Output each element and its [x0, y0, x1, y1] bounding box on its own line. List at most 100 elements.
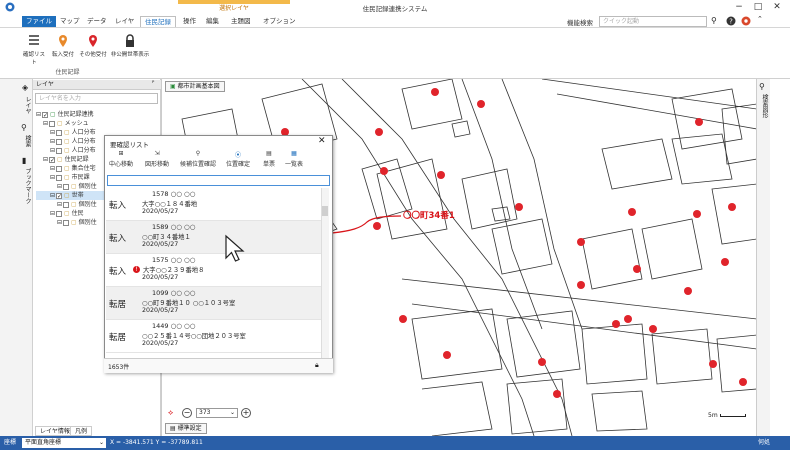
record-row[interactable]: 転居 1099 ○○ ○○ ○○町９番地１０ ○○１０３号室 2020/05/27 [106, 287, 321, 320]
pin-icon: ⦿ [234, 152, 241, 159]
other-reception-button[interactable]: その他受付 [78, 34, 108, 58]
expand-icon[interactable]: ⊟ [50, 165, 55, 172]
map-tab-label: 都市計画基本図 [177, 83, 220, 90]
folder-icon: ▢ [71, 183, 79, 190]
center-move-button[interactable]: ⊞ 中心移動 [107, 150, 135, 168]
layer-checkbox[interactable] [49, 156, 56, 163]
layers-icon[interactable]: ◈ [22, 83, 28, 92]
shape-move-button[interactable]: ⇲ 図形移動 [141, 150, 173, 168]
shape-move-label: 図形移動 [144, 161, 169, 168]
layer-tree-item[interactable]: ⊟ ▢ メッシュ [36, 119, 160, 128]
layer-checkbox[interactable] [56, 165, 63, 172]
help-icon[interactable]: ? [726, 16, 736, 26]
expand-icon[interactable]: ⊟ [36, 111, 41, 118]
expand-icon[interactable]: ⊟ [57, 201, 62, 208]
list-table-button[interactable]: ▦ 一覧表 [282, 150, 306, 168]
layer-checkbox[interactable] [56, 129, 63, 136]
quick-launch-input[interactable]: クイック起動 [599, 16, 707, 27]
minimize-button[interactable]: − [732, 2, 746, 12]
record-row[interactable]: 転居 1449 ○○ ○○ ○○２５番１４号○○団地２０３号室 2020/05/27 [106, 320, 321, 353]
record-type: 転居 [109, 333, 127, 343]
expand-icon[interactable]: ⊟ [50, 192, 55, 199]
binoculars-icon[interactable]: ⚲ [711, 16, 717, 25]
menu-edit[interactable]: 編集 [202, 16, 223, 27]
expand-icon[interactable]: ⊟ [50, 129, 55, 136]
expand-icon[interactable]: ⊟ [57, 219, 62, 226]
candidate-position-button[interactable]: ⚲ 候補位置確認 [176, 150, 220, 168]
menu-layer[interactable]: レイヤ [111, 16, 138, 27]
close-button[interactable]: ✕ [770, 2, 784, 12]
standard-settings-tab[interactable]: ▤ 標準設定 [165, 423, 207, 434]
layer-checkbox[interactable] [56, 174, 63, 181]
layer-checkbox[interactable] [56, 138, 63, 145]
layer-checkbox[interactable] [42, 111, 49, 118]
settings-icon[interactable] [741, 16, 751, 26]
record-date: 2020/05/27 [142, 208, 179, 215]
dialog-close-button[interactable]: ✕ [318, 136, 326, 146]
maximize-button[interactable]: □ [751, 2, 765, 12]
menu-operation[interactable]: 操作 [179, 16, 200, 27]
dialog-footer [104, 358, 333, 373]
record-number: 1589 ○○ ○○ [152, 223, 196, 231]
map-layer-tab[interactable]: ▣ 都市計画基本図 [165, 81, 225, 92]
position-confirm-button[interactable]: ⦿ 位置確定 [222, 150, 254, 168]
folder-icon: ▢ [64, 147, 72, 154]
strip-layer-tab[interactable]: レイヤ [23, 96, 32, 114]
layer-checkbox[interactable] [63, 219, 70, 226]
dialog-scrollbar-thumb[interactable] [322, 206, 328, 216]
pin-icon[interactable]: ᴾ [152, 80, 154, 87]
zoom-in-button[interactable]: + [241, 408, 251, 418]
layer-checkbox[interactable] [56, 192, 63, 199]
minimize-ribbon-icon[interactable]: ⌃ [757, 15, 763, 23]
crs-select[interactable]: 平面直角座標 ⌄ [22, 438, 106, 448]
right-strip-search-shape-tab[interactable]: 検索図形 [760, 94, 769, 118]
strip-search-tab[interactable]: 検索 [23, 135, 32, 147]
private-household-button[interactable]: 非公開世帯表示 [107, 34, 153, 58]
expand-icon[interactable]: ⊟ [57, 183, 62, 190]
binoculars-icon[interactable]: ⚲ [759, 82, 765, 91]
layer-tree-label: 住民記録連携 [57, 111, 94, 118]
menu-map[interactable]: マップ [56, 16, 84, 27]
binoculars-icon[interactable]: ⚲ [21, 123, 27, 132]
menu-data[interactable]: データ [83, 16, 111, 27]
layer-checkbox[interactable] [56, 210, 63, 217]
record-date: 2020/05/27 [142, 241, 179, 248]
tab-layer-info[interactable]: レイヤ情報 [35, 426, 75, 436]
scale-label: 5m [708, 412, 718, 419]
lock-icon[interactable]: 🔒︎ [315, 361, 319, 370]
bookmark-icon[interactable]: ▮ [22, 156, 26, 165]
record-address: 大字○○１８４番地 [142, 201, 198, 208]
record-row[interactable]: 転入 1589 ○○ ○○ ○○町３４番地１ 2020/05/27 [106, 221, 321, 254]
menu-thematic-map[interactable]: 主題図 [227, 16, 255, 27]
check-list-button[interactable]: 確認リスト [21, 34, 47, 66]
record-row[interactable]: 転入! 1575 ○○ ○○ 大字○○２３９番地８ 2020/05/27 [106, 254, 321, 287]
layer-tree-label: 住民 [71, 210, 84, 217]
locate-icon[interactable]: ⟡ [168, 408, 173, 418]
dialog-search-input[interactable] [107, 175, 330, 186]
expand-icon[interactable]: ⊟ [50, 174, 55, 181]
expand-icon[interactable]: ⊟ [50, 138, 55, 145]
layer-checkbox[interactable] [63, 183, 70, 190]
tab-legend[interactable]: 凡例 [70, 426, 93, 436]
menu-file[interactable]: ファイル [22, 16, 56, 27]
layer-checkbox[interactable] [56, 147, 63, 154]
expand-icon[interactable]: ⊟ [43, 120, 48, 127]
zoom-out-button[interactable]: − [182, 408, 192, 418]
expand-icon[interactable]: ⊟ [43, 156, 48, 163]
single-sheet-button[interactable]: ▤ 単票 [260, 150, 278, 168]
layer-checkbox[interactable] [63, 201, 70, 208]
layer-search-input[interactable]: レイヤ名を入力 [35, 93, 158, 104]
record-row[interactable]: 転入 1578 ○○ ○○ 大字○○１８４番地 2020/05/27 [106, 188, 321, 221]
layer-tree-item[interactable]: ⊟ ▢ 住民記録連携 [36, 110, 160, 119]
menu-options[interactable]: オプション [259, 16, 300, 27]
zoom-level-select[interactable]: 373 ⌄ [196, 408, 238, 418]
layer-panel-header: レイヤ [33, 80, 161, 90]
layer-checkbox[interactable] [49, 120, 56, 127]
ribbon-group-label: 住民記録 [55, 69, 80, 76]
strip-bookmark-tab[interactable]: ブックマーク [23, 168, 32, 204]
menu-resident-records[interactable]: 住民記録 [140, 16, 176, 27]
move-in-button[interactable]: 転入受付 [48, 34, 78, 58]
expand-icon[interactable]: ⊟ [50, 210, 55, 217]
expand-icon[interactable]: ⊟ [50, 147, 55, 154]
layer-tree-label: 集合住宅 [71, 165, 96, 172]
